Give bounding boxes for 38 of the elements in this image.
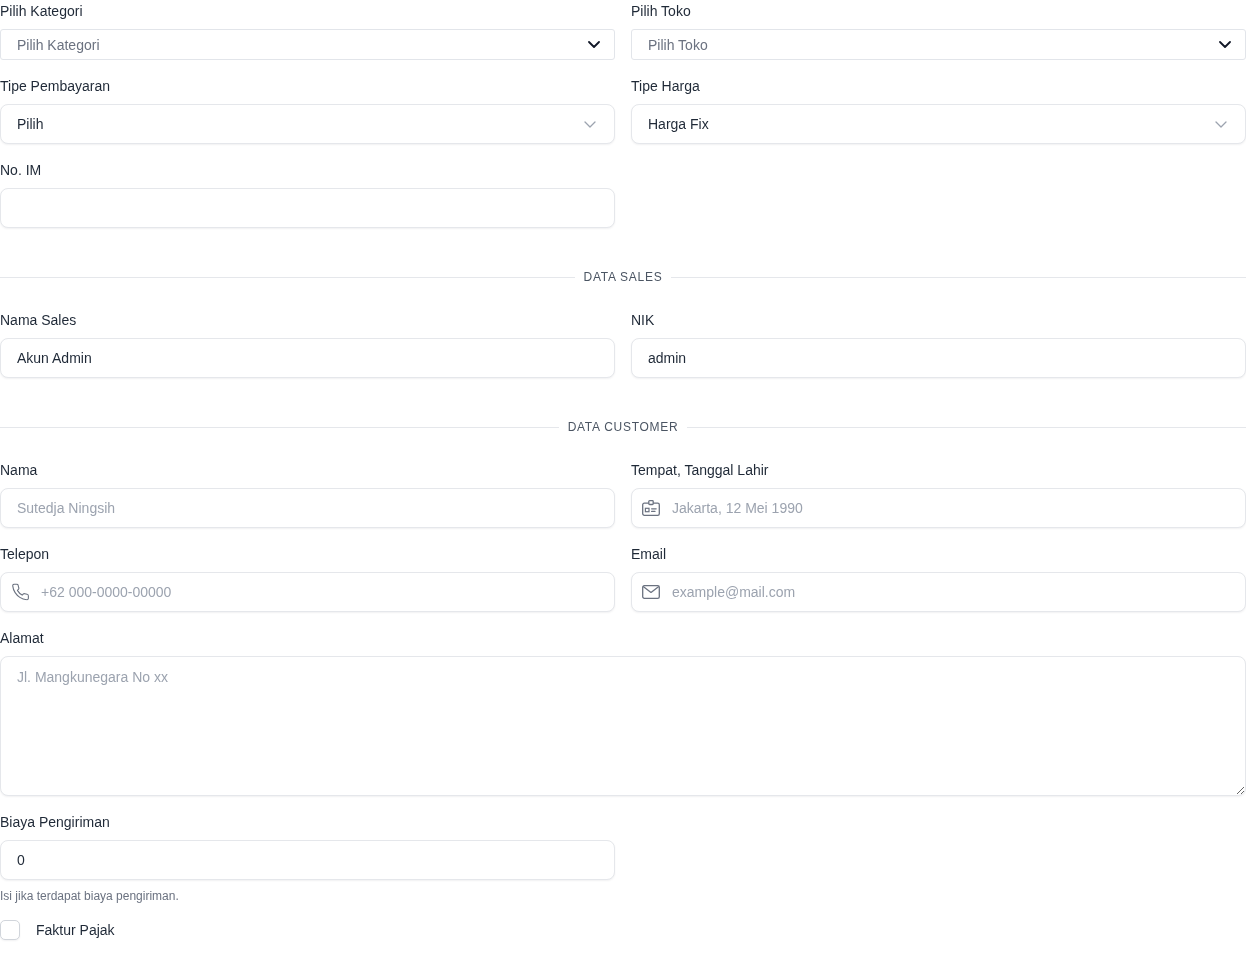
field-label: Tipe Pembayaran: [0, 77, 111, 96]
email-field[interactable]: example@mail.com: [631, 572, 1246, 612]
mail-icon: [642, 585, 660, 599]
section-heading: DATA CUSTOMER: [566, 419, 680, 435]
field-label: Nama: [0, 461, 39, 480]
dropdown[interactable]: Pilih Kategori: [0, 29, 615, 60]
text-field[interactable]: Akun Admin: [0, 338, 615, 378]
text-field[interactable]: [0, 188, 615, 228]
text-field[interactable]: 0: [0, 840, 615, 880]
dropdown[interactable]: Pilih Toko: [631, 29, 1246, 60]
id-card-icon: [642, 500, 660, 516]
field-label: NIK: [631, 311, 656, 330]
textarea-field[interactable]: Jl. Mangkunegara No xx: [0, 656, 1246, 796]
help-text: Isi jika terdapat biaya pengiriman.: [0, 888, 180, 904]
text-field[interactable]: Jakarta, 12 Mei 1990: [631, 488, 1246, 528]
checkbox-label: Faktur Pajak: [36, 921, 115, 940]
chevron-down-icon: [1219, 41, 1231, 48]
field-label: No. IM: [0, 161, 43, 180]
field-label: Nama Sales: [0, 311, 78, 330]
field-label: Tempat, Tanggal Lahir: [631, 461, 770, 480]
phone-icon: [12, 583, 29, 601]
text-field[interactable]: admin: [631, 338, 1246, 378]
chevron-down-icon: [584, 120, 596, 128]
field-label: Alamat: [0, 629, 45, 648]
select-field[interactable]: Harga Fix: [631, 104, 1246, 144]
phone-field[interactable]: +62 000-0000-00000: [0, 572, 615, 612]
field-label: Pilih Kategori: [0, 2, 84, 21]
field-label: Telepon: [0, 545, 51, 564]
field-label: Tipe Harga: [631, 77, 701, 96]
checkbox[interactable]: [0, 920, 20, 940]
chevron-down-icon: [1215, 120, 1227, 128]
field-label: Biaya Pengiriman: [0, 813, 111, 832]
text-field[interactable]: Sutedja Ningsih: [0, 488, 615, 528]
section-heading: DATA SALES: [582, 269, 664, 285]
select-field[interactable]: Pilih: [0, 104, 615, 144]
field-label: Email: [631, 545, 667, 564]
chevron-down-icon: [588, 41, 600, 48]
field-label: Pilih Toko: [631, 2, 692, 21]
